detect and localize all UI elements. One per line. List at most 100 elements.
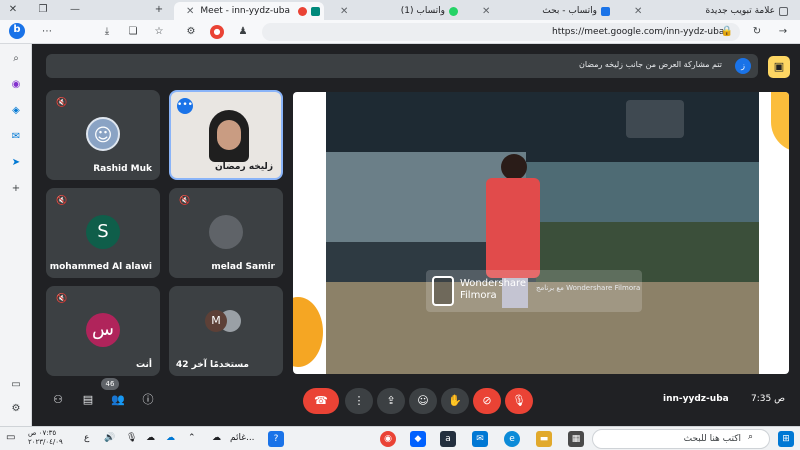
extension-icon[interactable]: ⚙ (184, 25, 198, 39)
participant-tile[interactable]: 🔇 ☺ Rashid Muk (46, 90, 160, 180)
close-icon[interactable]: ✕ (186, 6, 194, 17)
amazon-icon[interactable]: a (440, 431, 456, 447)
send-icon[interactable]: ➤ (9, 156, 23, 170)
avatar: ☺ (86, 117, 120, 151)
present-screen-button[interactable]: ⇪ (377, 388, 405, 414)
raise-hand-button[interactable]: ✋ (441, 388, 469, 414)
games-icon[interactable]: ◉ (9, 78, 23, 92)
cloud-icon[interactable]: ☁ (146, 433, 155, 443)
taskbar-clock[interactable]: ٠٧:٣٥ ص ٢٠٢٣/٠٤/٠٩ (28, 429, 63, 447)
bing-icon[interactable]: b (9, 23, 25, 39)
participant-tile[interactable]: ••• زليخه رمضان (169, 90, 283, 180)
search-icon[interactable]: ⌕ (9, 52, 23, 66)
browser-toolbar: b ⋯ ⤓ ❏ ☆ ⚙ ● ♟ https://meet.google.com/… (0, 20, 800, 44)
participant-name: Rashid Muk (93, 164, 152, 174)
meeting-time: 7:35 ص (751, 394, 785, 404)
avatar: M (205, 310, 227, 332)
close-window-icon[interactable]: ✕ (6, 3, 20, 17)
taskbar-search-input[interactable]: اكتب هنا للبحث (592, 429, 770, 449)
tab-new[interactable]: ✕ علامة تبويب جديدة (622, 2, 798, 20)
emoji-button[interactable]: ☺ (409, 388, 437, 414)
restore-window-icon[interactable]: ❐ (36, 3, 50, 17)
outlook-icon[interactable]: ✉ (9, 130, 23, 144)
camera-off-button[interactable]: ⊘ (473, 388, 501, 414)
settings-icon[interactable]: ⚙ (9, 402, 23, 416)
weather-icon[interactable]: ☁ (212, 433, 221, 443)
mic-off-button[interactable]: 🎙 (505, 388, 533, 414)
search-placeholder: اكتب هنا للبحث (683, 434, 741, 444)
activities-icon[interactable]: ⚇ (50, 392, 66, 408)
participant-tile[interactable]: 🔇 س أنت (46, 286, 160, 376)
presentation-banner: تتم مشاركة العرض من جانب زليخه رمضان ز (46, 54, 758, 78)
end-call-button[interactable]: ☎ (303, 388, 339, 414)
sidebar-toggle-icon[interactable]: ▭ (9, 378, 23, 392)
participant-name: أنت (136, 360, 152, 370)
chat-icon[interactable]: ▤ (80, 392, 96, 408)
mic-icon[interactable]: 🎙 (126, 433, 137, 443)
edge-sidebar: ⌕ ◉ ◈ ✉ ➤ + ▭ ⚙ (0, 44, 32, 426)
people-icon[interactable]: 👥 (110, 392, 126, 408)
minimize-window-icon[interactable]: — (68, 3, 82, 17)
whatsapp-icon (449, 6, 458, 16)
tab-whatsapp-search[interactable]: ✕ واتساب - بحث (470, 2, 620, 20)
mail-icon[interactable]: ✉ (472, 431, 488, 447)
notifications-icon[interactable]: ▭ (6, 432, 15, 443)
presentation-video: Wondershare Filmora مع برنامج Wondershar… (326, 92, 759, 374)
address-bar[interactable]: https://meet.google.com/inn-yydz-uba (262, 23, 740, 41)
downloads-icon[interactable]: ⤓ (100, 25, 114, 39)
tab-label: Meet - inn-yydz-uba (200, 6, 290, 16)
search-icon: ⌕ (748, 432, 754, 442)
girl-head (501, 154, 527, 180)
close-icon[interactable]: ✕ (634, 6, 642, 17)
tab-label: واتساب - بحث (542, 6, 597, 16)
presentation-icon[interactable]: ▣ (768, 56, 790, 78)
page-icon (779, 6, 788, 16)
profile-extension-icon[interactable]: ♟ (236, 25, 250, 39)
lock-icon[interactable]: 🔒 (720, 25, 734, 39)
participant-name: melad Samir (211, 262, 275, 272)
mic-off-icon: 🔇 (56, 294, 68, 304)
speaker-icon[interactable]: 🔊 (104, 433, 115, 443)
watermark-sub: مع برنامج Wondershare Filmora (536, 284, 641, 292)
windows-start-icon[interactable]: ⊞ (778, 431, 794, 447)
help-icon[interactable]: ? (268, 431, 284, 447)
windows-taskbar: ▭ ٠٧:٣٥ ص ٢٠٢٣/٠٤/٠٩ ع 🔊 🎙 ☁ ☁ ⌃ ☁ غائم.… (0, 426, 800, 450)
store-icon[interactable]: ▦ (568, 431, 584, 447)
participant-tile[interactable]: 🔇 melad Samir (169, 188, 283, 278)
participant-tile[interactable]: M 42 مستخدمًا آخر (169, 286, 283, 376)
avatar: س (86, 313, 120, 347)
record-extension-icon[interactable]: ● (210, 25, 224, 39)
close-icon[interactable]: ✕ (482, 6, 490, 17)
watermark-line1: Wondershare (460, 278, 527, 289)
collections-icon[interactable]: ❏ (126, 25, 140, 39)
more-menu-icon[interactable]: ⋯ (40, 25, 54, 39)
favorites-icon[interactable]: ☆ (152, 25, 166, 39)
file-explorer-icon[interactable]: ▬ (536, 431, 552, 447)
participant-tile[interactable]: 🔇 S mohammed Al alawi (46, 188, 160, 278)
browser-tab-strip: ✕ ❐ — + ✕ Meet - inn-yydz-uba ✕ (1) واتس… (0, 0, 800, 20)
clock-date: ٢٠٢٣/٠٤/٠٩ (28, 438, 63, 446)
edge-icon[interactable]: e (504, 431, 520, 447)
weather-text[interactable]: غائم... (230, 433, 255, 443)
more-options-icon[interactable]: ••• (177, 98, 193, 114)
new-tab-icon[interactable]: + (152, 3, 166, 17)
add-icon[interactable]: + (9, 182, 23, 196)
show-hidden-icon[interactable]: ⌃ (188, 433, 196, 443)
mic-off-icon: 🔇 (56, 98, 68, 108)
more-options-button[interactable]: ⋮ (345, 388, 373, 414)
dropbox-icon[interactable]: ◆ (410, 431, 426, 447)
tab-meet[interactable]: ✕ Meet - inn-yydz-uba (174, 2, 324, 20)
tools-icon[interactable]: ◈ (9, 104, 23, 118)
language-indicator[interactable]: ع (84, 433, 89, 443)
avatar: S (86, 215, 120, 249)
tab-whatsapp[interactable]: ✕ (1) واتساب (328, 2, 468, 20)
mic-off-icon: 🔇 (179, 196, 191, 206)
info-icon[interactable]: ⓘ (140, 392, 156, 408)
onedrive-icon[interactable]: ☁ (166, 433, 175, 443)
watermark-line2: Filmora (460, 290, 497, 301)
face (217, 120, 241, 150)
chrome-icon[interactable]: ◉ (380, 431, 396, 447)
back-icon[interactable]: → (776, 25, 790, 39)
close-icon[interactable]: ✕ (340, 6, 348, 17)
refresh-icon[interactable]: ↻ (750, 25, 764, 39)
